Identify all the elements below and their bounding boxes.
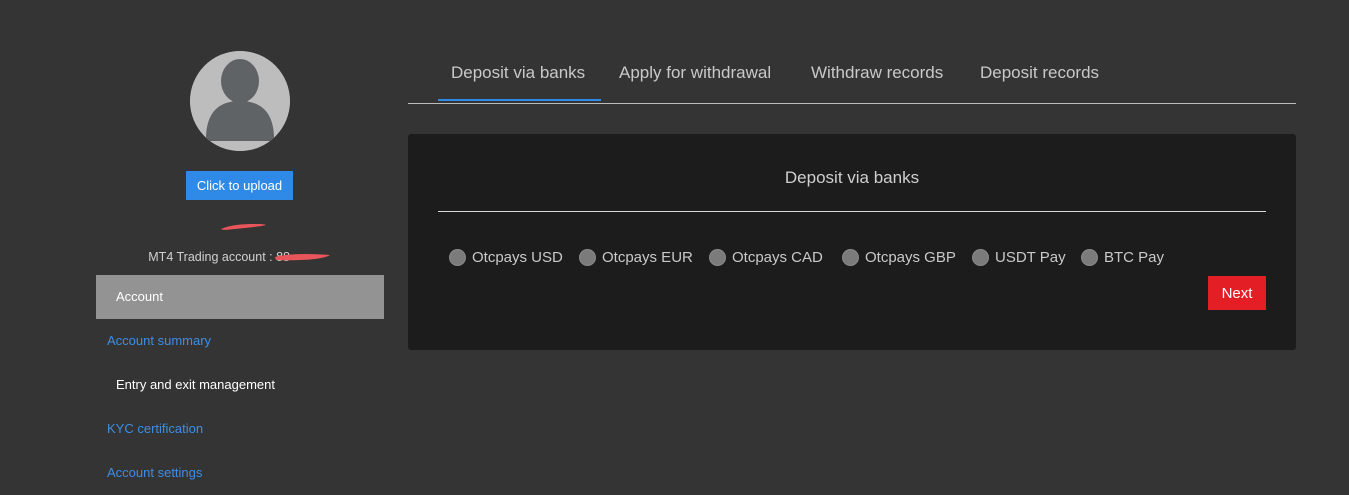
radio-label: Otcpays CAD [732,248,823,266]
menu-item-account-settings[interactable]: Account settings [96,451,384,495]
menu-item-account[interactable]: Account [96,275,384,319]
radio-btc-pay[interactable]: BTC Pay [1081,246,1164,268]
panel-divider [438,211,1266,212]
radio-unchecked-icon[interactable] [709,248,726,266]
mt4-account-label: MT4 Trading account : [148,250,277,264]
tab-deposit-records[interactable]: Deposit records [980,40,1099,103]
radio-unchecked-icon[interactable] [579,248,596,266]
tab-apply-for-withdrawal[interactable]: Apply for withdrawal [619,40,771,103]
radio-unchecked-icon[interactable] [842,248,859,266]
radio-unchecked-icon[interactable] [972,248,989,266]
mt4-account-number: 88888888 [275,250,332,264]
sidebar: Click to upload MT4 Trading account : 88… [96,0,384,486]
radio-label: Otcpays USD [472,248,563,266]
redacted-username [221,224,266,230]
panel-title: Deposit via banks [784,168,920,187]
radio-unchecked-icon[interactable] [449,248,466,266]
radio-otcpays-cad[interactable]: Otcpays CAD [709,246,823,268]
tab-deposit-via-banks[interactable]: Deposit via banks [438,40,601,101]
tab-withdraw-records[interactable]: Withdraw records [811,40,943,103]
user-silhouette-icon [190,51,290,151]
avatar[interactable] [190,51,290,151]
radio-usdt-pay[interactable]: USDT Pay [972,246,1066,268]
next-button[interactable]: Next [1208,276,1266,310]
radio-label: Otcpays EUR [602,248,693,266]
upload-button[interactable]: Click to upload [186,171,293,200]
menu-item-account-summary[interactable]: Account summary [96,319,384,363]
radio-otcpays-gbp[interactable]: Otcpays GBP [842,246,956,268]
radio-otcpays-usd[interactable]: Otcpays USD [449,246,563,268]
radio-otcpays-eur[interactable]: Otcpays EUR [579,246,693,268]
deposit-panel: Deposit via banks Otcpays USD Otcpays EU… [408,134,1296,350]
menu-item-kyc-certification[interactable]: KYC certification [96,407,384,451]
radio-label: USDT Pay [995,248,1066,266]
redaction-scribble [275,253,331,261]
radio-label: BTC Pay [1104,248,1165,266]
radio-unchecked-icon[interactable] [1081,248,1098,266]
mt4-account-line: MT4 Trading account : 88888888 [96,250,384,264]
tab-bar: Deposit via banks Apply for withdrawal W… [408,40,1296,104]
radio-label: Otcpays GBP [865,248,956,266]
menu-item-entry-exit-management[interactable]: Entry and exit management [96,363,384,407]
